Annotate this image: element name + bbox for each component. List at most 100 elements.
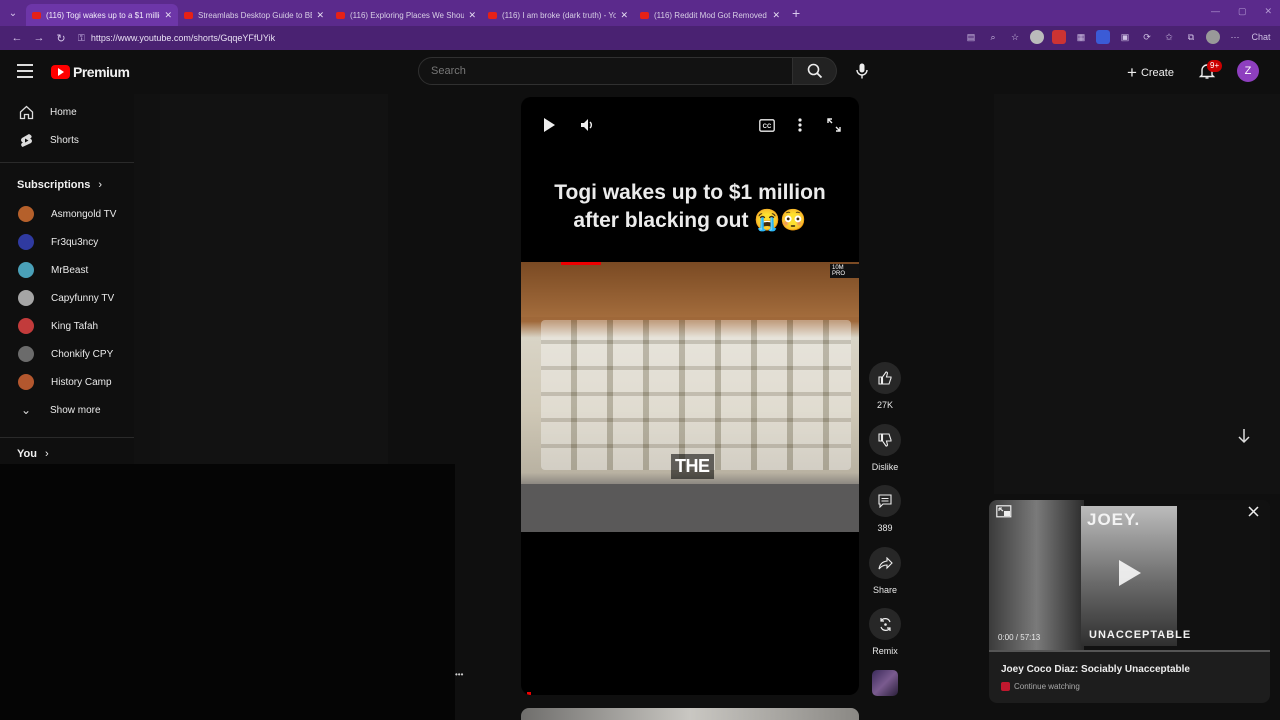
play-button[interactable] xyxy=(539,115,559,135)
close-miniplayer-button[interactable] xyxy=(1247,505,1261,519)
channel-avatar xyxy=(18,346,34,362)
short-title-line: after blacking out 😭😳 xyxy=(573,209,807,232)
volume-button[interactable] xyxy=(577,115,597,135)
share-button[interactable]: Share xyxy=(867,547,903,595)
more-menu-icon[interactable]: ⋯ xyxy=(1228,30,1242,44)
extension-icon[interactable]: ▦ xyxy=(1074,30,1088,44)
search-button[interactable] xyxy=(793,57,837,85)
more-vert-icon xyxy=(798,118,802,132)
collections-icon[interactable]: ⧉ xyxy=(1184,30,1198,44)
youtube-favicon-icon xyxy=(32,11,41,19)
browser-tab[interactable]: (116) Exploring Places We Shouldn ✕ xyxy=(330,4,482,26)
subscriptions-label: Subscriptions xyxy=(17,179,91,191)
favorites-icon[interactable]: ✩ xyxy=(1162,30,1176,44)
channel-avatar xyxy=(18,206,34,222)
extension-icon[interactable] xyxy=(1052,30,1066,44)
profile-icon[interactable] xyxy=(1206,30,1220,44)
back-icon[interactable]: ← xyxy=(6,32,28,44)
video-red-mark xyxy=(561,262,601,265)
comment-icon xyxy=(878,494,892,508)
tab-list-chevron-icon[interactable]: ⌄ xyxy=(0,0,26,26)
close-window-icon[interactable]: ✕ xyxy=(1264,6,1272,17)
search-input[interactable]: Search xyxy=(418,57,793,85)
favorite-star-icon[interactable]: ☆ xyxy=(1008,30,1022,44)
background-panel xyxy=(134,94,160,464)
extension-icon[interactable]: ⟳ xyxy=(1140,30,1154,44)
youtube-premium-logo[interactable]: Premium xyxy=(51,64,130,80)
search-icon xyxy=(807,63,822,79)
new-tab-icon[interactable]: + xyxy=(792,5,800,21)
youtube-favicon-icon xyxy=(336,11,345,19)
fullscreen-icon xyxy=(827,118,841,132)
window-controls: — ▢ ✕ xyxy=(1211,6,1272,17)
forward-icon[interactable]: → xyxy=(28,32,50,44)
captions-button[interactable]: CC xyxy=(757,115,777,135)
notification-badge: 9+ xyxy=(1207,60,1223,72)
share-icon xyxy=(877,556,893,569)
copilot-chat-button[interactable]: Chat xyxy=(1250,30,1272,44)
comments-button[interactable]: 389 xyxy=(867,485,903,533)
extension-icon[interactable]: ▣ xyxy=(1118,30,1132,44)
continue-watching-label: Continue watching xyxy=(1014,682,1080,691)
close-tab-icon[interactable]: ✕ xyxy=(772,10,780,21)
fullscreen-button[interactable] xyxy=(824,115,844,135)
captions-icon: CC xyxy=(759,118,775,132)
browser-tab[interactable]: Streamlabs Desktop Guide to BEST ✕ xyxy=(178,4,330,26)
channel-name: Fr3qu3ncy xyxy=(51,236,99,248)
subscriptions-heading[interactable]: Subscriptions › xyxy=(17,179,102,191)
browser-tab[interactable]: (116) I am broke (dark truth) - You ✕ xyxy=(482,4,634,26)
browser-tab[interactable]: (116) Togi wakes up to a $1 millio ✕ xyxy=(26,4,178,26)
menu-icon[interactable] xyxy=(17,64,33,78)
minimize-icon[interactable]: — xyxy=(1211,6,1220,17)
miniplayer-progress[interactable] xyxy=(989,650,1270,652)
browser-tab[interactable]: (116) Reddit Mod Got Removed a ✕ xyxy=(634,4,786,26)
zoom-icon[interactable]: ⌕ xyxy=(986,30,1000,44)
account-avatar[interactable]: Z xyxy=(1237,60,1259,82)
miniplayer-time: 0:00 / 57:13 xyxy=(998,633,1041,642)
remix-button[interactable]: Remix xyxy=(867,608,903,656)
more-options-icon[interactable]: ••• xyxy=(455,670,463,679)
sound-source-thumbnail[interactable] xyxy=(872,670,898,696)
extension-icon[interactable] xyxy=(1096,30,1110,44)
site-info-icon[interactable]: ⚿ xyxy=(78,33,85,44)
expand-miniplayer-button[interactable] xyxy=(996,505,1012,519)
close-icon xyxy=(1248,506,1259,517)
reader-icon[interactable]: ▤ xyxy=(964,30,978,44)
next-short-preview[interactable] xyxy=(521,708,859,720)
reload-icon[interactable]: ↻ xyxy=(50,32,72,45)
extension-icon[interactable] xyxy=(1030,30,1044,44)
next-short-button[interactable] xyxy=(1236,428,1252,444)
more-options-button[interactable] xyxy=(790,115,810,135)
background-panel xyxy=(160,94,388,464)
video-shelf xyxy=(521,262,859,317)
maximize-icon[interactable]: ▢ xyxy=(1238,6,1247,17)
share-circle xyxy=(869,547,901,579)
shorts-player[interactable]: CC Togi wakes up to $1 million after bla… xyxy=(521,97,859,695)
create-label: Create xyxy=(1140,67,1174,79)
miniplayer-subtitle: Continue watching xyxy=(1001,682,1080,691)
like-button[interactable]: 27K xyxy=(867,362,903,410)
close-tab-icon[interactable]: ✕ xyxy=(316,10,324,21)
miniplayer-video[interactable]: JOEY. UNACCEPTABLE 0:00 / 57:13 xyxy=(989,500,1270,652)
volume-icon xyxy=(581,119,592,131)
miniplayer-title[interactable]: Joey Coco Diaz: Sociably Unacceptable xyxy=(1001,664,1190,675)
search-placeholder: Search xyxy=(431,65,466,77)
avatar-letter: Z xyxy=(1244,65,1252,77)
play-icon[interactable] xyxy=(1119,560,1141,586)
channel-name: Asmongold TV xyxy=(51,208,117,220)
playback-progress[interactable] xyxy=(527,692,531,695)
channel-avatar xyxy=(18,262,34,278)
url-field[interactable]: ⚿ https://www.youtube.com/shorts/GqqeYFf… xyxy=(78,29,928,47)
channel-avatar xyxy=(18,318,34,334)
close-tab-icon[interactable]: ✕ xyxy=(164,10,172,21)
dislike-circle xyxy=(869,424,901,456)
dislike-button[interactable]: Dislike xyxy=(867,424,903,472)
create-button[interactable]: + Create xyxy=(1127,63,1174,83)
close-tab-icon[interactable]: ✕ xyxy=(468,10,476,21)
you-heading[interactable]: You › xyxy=(17,448,49,460)
close-tab-icon[interactable]: ✕ xyxy=(620,10,628,21)
voice-search-button[interactable] xyxy=(852,60,872,82)
youtube-favicon-icon xyxy=(640,11,649,19)
poster-title: JOEY. xyxy=(1087,510,1141,529)
miniplayer[interactable]: JOEY. UNACCEPTABLE 0:00 / 57:13 Joey Coc… xyxy=(989,500,1270,703)
